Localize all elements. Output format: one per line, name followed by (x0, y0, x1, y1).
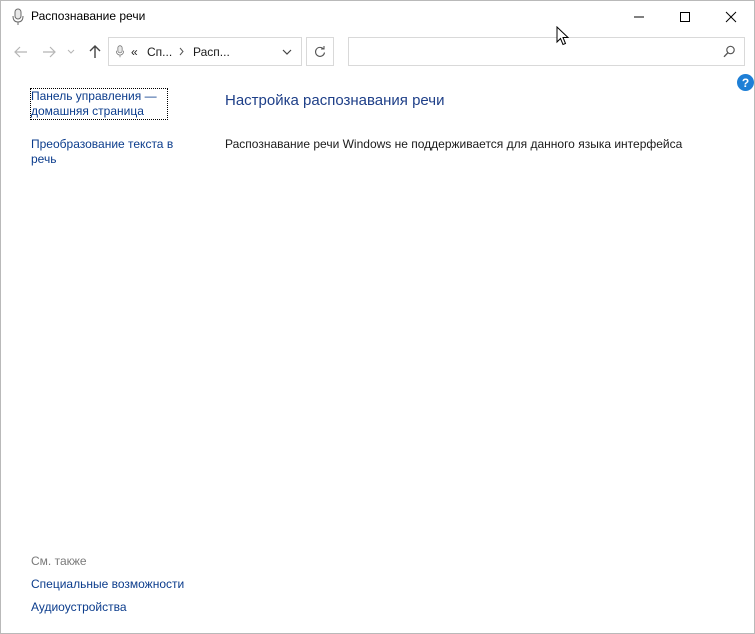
title-bar: Распознавание речи (1, 1, 754, 32)
breadcrumb-item[interactable]: Сп... (147, 45, 172, 59)
recent-locations-button[interactable] (64, 41, 78, 63)
minimize-icon (634, 16, 644, 17)
chevron-down-icon (282, 49, 292, 55)
close-button[interactable] (708, 1, 754, 32)
maximize-button[interactable] (662, 1, 708, 32)
navigation-bar: « Сп... Расп... (1, 37, 754, 69)
control-panel-home-link[interactable]: Панель управления — домашняя страница (30, 88, 168, 120)
search-icon (723, 45, 736, 61)
forward-button[interactable] (39, 41, 59, 63)
help-icon: ? (741, 75, 750, 90)
search-input[interactable] (348, 37, 745, 66)
back-button[interactable] (11, 41, 31, 63)
refresh-icon (315, 45, 326, 57)
address-dropdown[interactable] (282, 45, 292, 59)
chevron-down-icon (67, 49, 75, 54)
window-title: Распознавание речи (31, 9, 146, 23)
unsupported-language-message: Распознавание речи Windows не поддержива… (225, 137, 683, 151)
mouse-cursor-icon (556, 25, 570, 49)
speech-recognition-window: Распознавание речи « Сп... Расп... ? Пан… (0, 0, 755, 634)
breadcrumb-separator-icon (179, 45, 185, 59)
breadcrumb-item[interactable]: Расп... (193, 45, 230, 59)
breadcrumb-overflow[interactable]: « (131, 45, 138, 59)
audio-devices-link[interactable]: Аудиоустройства (31, 600, 127, 614)
page-title: Настройка распознавания речи (225, 92, 445, 109)
refresh-button[interactable] (306, 37, 334, 66)
maximize-icon (680, 11, 690, 22)
arrow-left-icon (14, 46, 27, 58)
arrow-up-icon (89, 45, 101, 58)
up-button[interactable] (85, 41, 105, 63)
accessibility-link[interactable]: Специальные возможности (31, 577, 184, 591)
close-icon (725, 11, 737, 22)
minimize-button[interactable] (616, 1, 662, 32)
address-bar[interactable]: « Сп... Расп... (108, 37, 302, 66)
microphone-icon (11, 8, 25, 26)
text-to-speech-link[interactable]: Преобразование текста в речь (31, 137, 181, 167)
help-button[interactable]: ? (737, 74, 754, 91)
microphone-icon (115, 44, 125, 62)
see-also-label: См. также (31, 554, 87, 568)
arrow-right-icon (43, 46, 56, 58)
